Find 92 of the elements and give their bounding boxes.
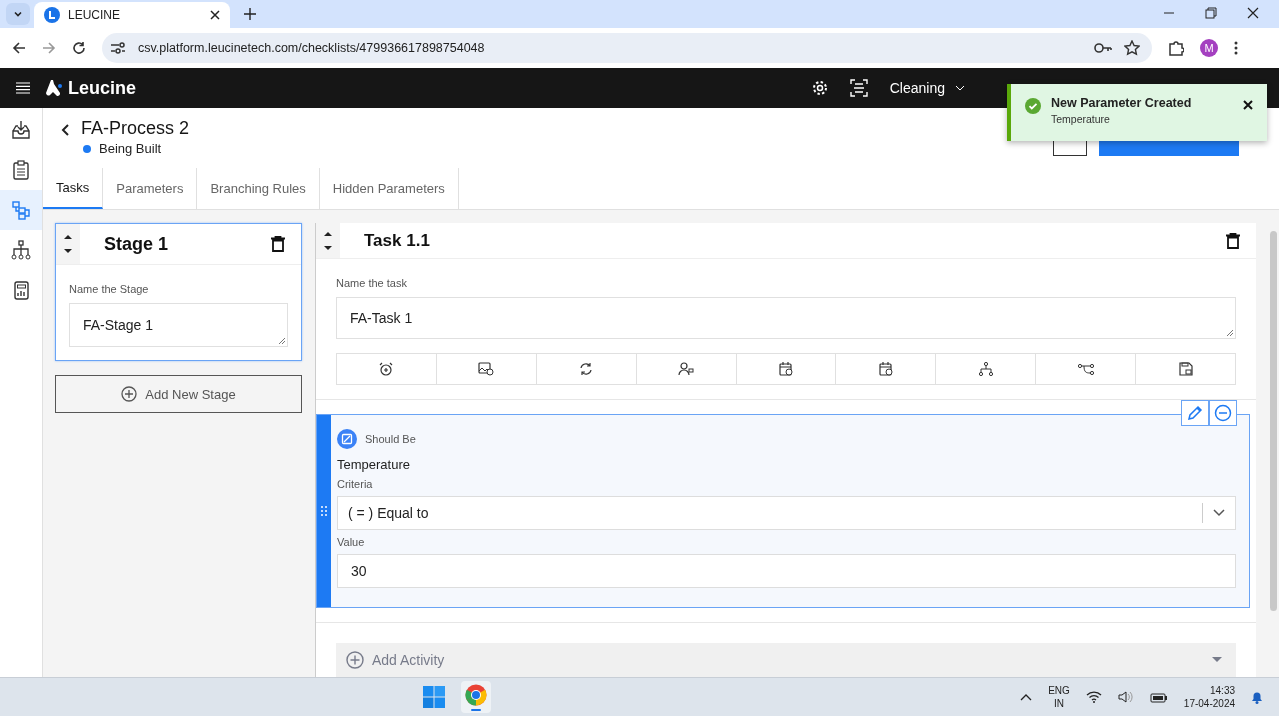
add-activity-button[interactable]: Add Activity <box>336 643 1236 677</box>
nav-flow-item[interactable] <box>0 190 42 230</box>
reorder-arrows-icon[interactable] <box>56 224 80 264</box>
logo-icon <box>44 79 64 97</box>
delete-icon[interactable] <box>1226 232 1240 249</box>
stage-card[interactable]: Stage 1 Name the Stage FA-Stage 1 <box>55 223 302 361</box>
caret-icon <box>1212 657 1222 663</box>
parameter-name: Temperature <box>337 457 411 472</box>
tab-list-button[interactable] <box>6 3 30 25</box>
address-field[interactable]: csv.platform.leucinetech.com/checklists/479936617898754048 <box>102 33 1152 63</box>
toast-title: New Parameter Created <box>1051 96 1192 110</box>
field-label: Name the task <box>336 277 408 289</box>
chevron-up-icon[interactable] <box>1020 693 1033 701</box>
site-settings-icon[interactable] <box>110 41 126 55</box>
key-icon[interactable] <box>1094 42 1112 54</box>
facility-dropdown[interactable]: Cleaning <box>889 80 965 96</box>
refresh-icon <box>579 362 594 376</box>
forward-icon[interactable] <box>42 41 56 55</box>
page-title: FA-Process 2 <box>81 118 190 139</box>
inbox-icon <box>11 120 31 140</box>
more-icon[interactable] <box>1234 41 1238 55</box>
field-label: Value <box>337 536 366 548</box>
add-stage-button[interactable]: Add New Stage <box>55 375 302 413</box>
star-icon[interactable] <box>1124 40 1140 56</box>
caret-icon <box>955 85 965 91</box>
delete-icon[interactable] <box>271 236 285 252</box>
chevron-down-icon <box>1213 509 1225 517</box>
new-tab-icon[interactable] <box>244 8 256 20</box>
chrome-taskbar-button[interactable] <box>461 681 492 713</box>
restore-icon[interactable] <box>1205 7 1217 19</box>
battery-icon[interactable] <box>1149 691 1168 703</box>
status-label: Being Built <box>99 141 162 156</box>
minus-circle-icon <box>1214 404 1232 422</box>
pencil-icon <box>1187 405 1203 421</box>
scrollbar[interactable] <box>1270 231 1277 611</box>
scan-icon[interactable] <box>849 79 868 97</box>
windows-start-icon[interactable] <box>423 686 446 708</box>
activity-type: Should Be <box>365 433 416 445</box>
toast-message: Temperature <box>1051 113 1111 125</box>
hierarchy-icon <box>11 240 31 260</box>
resize-grip-icon[interactable] <box>1226 329 1233 336</box>
tab[interactable]: Tasks <box>43 168 104 209</box>
image-icon <box>478 362 495 376</box>
user-lock-icon <box>678 362 695 376</box>
language-label[interactable]: ENG <box>1048 684 1070 697</box>
clock-time[interactable]: 14:33 <box>1210 684 1235 697</box>
browser-tab[interactable]: LEUCINE <box>34 2 230 28</box>
menu-icon[interactable] <box>16 82 30 94</box>
close-icon[interactable] <box>210 10 220 20</box>
should-be-icon <box>337 429 357 449</box>
reload-icon[interactable] <box>72 41 86 55</box>
activity-card[interactable]: Should Be Temperature Criteria ( = ) Equal to Value 30 <box>316 414 1250 608</box>
status-dot-icon <box>83 144 91 153</box>
checklist-icon <box>11 160 31 180</box>
calendar-clock-icon <box>878 362 893 376</box>
edit-button[interactable] <box>1181 400 1209 426</box>
stage-name-field[interactable]: FA-Stage 1 <box>69 303 288 347</box>
save-lock-icon <box>1178 362 1193 376</box>
alarm-icon <box>379 362 394 376</box>
drag-handle-icon[interactable] <box>321 506 327 516</box>
settings-icon[interactable] <box>811 80 828 96</box>
reorder-arrows-icon[interactable] <box>316 223 340 258</box>
task-title: Task 1.1 <box>364 230 430 251</box>
calendar-refresh-icon <box>779 362 793 376</box>
profile-avatar[interactable]: M <box>1200 39 1218 57</box>
plus-circle-icon <box>121 386 138 402</box>
value-field[interactable]: 30 <box>337 554 1236 588</box>
stage-title: Stage 1 <box>104 233 169 255</box>
field-label: Name the Stage <box>69 283 150 295</box>
close-icon[interactable] <box>1243 100 1253 110</box>
plus-circle-icon <box>346 651 364 669</box>
brand-name: Leucine <box>68 77 137 99</box>
notification-bell-icon[interactable] <box>1251 690 1263 704</box>
report-icon <box>11 280 31 300</box>
speaker-icon[interactable] <box>1117 690 1134 704</box>
region-label[interactable]: IN <box>1054 697 1064 710</box>
remove-button[interactable] <box>1209 400 1237 426</box>
back-icon[interactable] <box>61 124 69 136</box>
extensions-icon[interactable] <box>1168 40 1184 56</box>
close-icon[interactable] <box>1247 7 1259 19</box>
branch-icon <box>1077 363 1094 375</box>
check-circle-icon <box>1025 98 1041 114</box>
wifi-icon[interactable] <box>1085 691 1102 703</box>
clock-date[interactable]: 17-04-2024 <box>1183 697 1235 710</box>
back-icon[interactable] <box>12 41 26 55</box>
field-label: Criteria <box>337 478 374 490</box>
task-name-field[interactable]: FA-Task 1 <box>336 297 1236 339</box>
resize-grip-icon[interactable] <box>278 337 285 344</box>
leucine-favicon-icon <box>44 7 60 23</box>
flow-icon <box>11 200 31 220</box>
hierarchy-icon <box>978 362 993 376</box>
criteria-dropdown[interactable]: ( = ) Equal to <box>337 496 1236 530</box>
